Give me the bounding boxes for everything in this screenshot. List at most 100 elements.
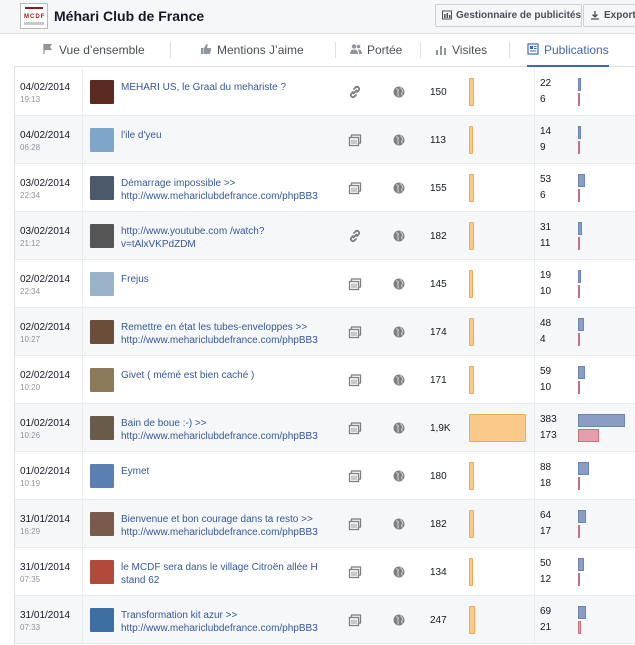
table-row[interactable]: 01/02/2014 10:19 Eymet 180 88 18 [15, 452, 635, 500]
reach-bar[interactable] [469, 558, 473, 586]
clicks-bar[interactable] [578, 222, 582, 235]
export-button[interactable]: Exporter [583, 4, 635, 27]
post-thumbnail[interactable] [90, 512, 114, 536]
reach-bar[interactable] [469, 606, 475, 634]
page-header: MCDF Méhari Club de France Gestionnaire … [0, 0, 635, 34]
post-link[interactable]: http://www.youtube.com /watch?v=tAlxVKPd… [121, 225, 336, 251]
clicks-bar[interactable] [578, 78, 581, 91]
tab-reach[interactable]: Portée [350, 34, 402, 66]
reach-bar[interactable] [469, 366, 474, 394]
post-link[interactable]: Givet ( mémé est bien caché ) [121, 369, 336, 382]
post-link[interactable]: le MCDF sera dans le village Citroën all… [121, 561, 336, 587]
post-time: 10:27 [20, 335, 41, 344]
post-thumbnail[interactable] [90, 560, 114, 584]
ads-manager-icon [442, 10, 452, 20]
reach-bar[interactable] [469, 126, 473, 154]
clicks-bar[interactable] [578, 366, 585, 379]
post-link[interactable]: Bienvenue et bon courage dans ta resto >… [121, 513, 336, 539]
post-reach: 182 [430, 231, 447, 242]
page-logo[interactable]: MCDF [20, 3, 48, 29]
post-thumbnail[interactable] [90, 320, 114, 344]
reach-bar[interactable] [469, 318, 474, 346]
interactions-bar[interactable] [578, 285, 580, 298]
table-row[interactable]: 03/02/2014 21:12 http://www.youtube.com … [15, 212, 635, 260]
clicks-bar[interactable] [578, 414, 625, 427]
interactions-bar[interactable] [578, 141, 580, 154]
post-thumbnail[interactable] [90, 80, 114, 104]
table-row[interactable]: 03/02/2014 22:34 Démarrage impossible >>… [15, 164, 635, 212]
interactions-bar[interactable] [578, 381, 580, 394]
table-row[interactable]: 01/02/2014 10:26 Bain de boue :-) >> htt… [15, 404, 635, 452]
table-row[interactable]: 31/01/2014 16:29 Bienvenue et bon courag… [15, 500, 635, 548]
column-divider [82, 116, 83, 164]
column-divider [82, 308, 83, 356]
post-link[interactable]: Eymet [121, 465, 336, 478]
reach-bar[interactable] [469, 414, 526, 442]
public-globe-icon [393, 326, 405, 338]
post-time: 10:20 [20, 383, 41, 392]
clicks-bar[interactable] [578, 558, 584, 571]
clicks-bar[interactable] [578, 318, 584, 331]
post-interactions: 17 [540, 526, 552, 537]
public-globe-icon [393, 278, 405, 290]
table-row[interactable]: 02/02/2014 22:34 Frejus 145 19 10 [15, 260, 635, 308]
tab-visits-label: Visites [452, 43, 488, 57]
post-thumbnail[interactable] [90, 224, 114, 248]
interactions-bar[interactable] [578, 621, 581, 634]
clicks-bar[interactable] [578, 606, 586, 619]
column-divider [82, 164, 83, 212]
post-thumbnail[interactable] [90, 608, 114, 632]
post-thumbnail[interactable] [90, 368, 114, 392]
interactions-bar[interactable] [578, 333, 580, 346]
tab-publications[interactable]: Publications [527, 34, 609, 67]
reach-bar[interactable] [469, 222, 474, 250]
post-thumbnail[interactable] [90, 416, 114, 440]
clicks-bar[interactable] [578, 126, 581, 139]
post-thumbnail[interactable] [90, 464, 114, 488]
table-row[interactable]: 31/01/2014 07:33 Transformation kit azur… [15, 596, 635, 644]
interactions-bar[interactable] [578, 477, 580, 490]
reach-bar[interactable] [469, 462, 474, 490]
table-row[interactable]: 04/02/2014 06:28 l'ile d'yeu 113 14 9 [15, 116, 635, 164]
tab-likes[interactable]: Mentions J’aime [200, 34, 304, 66]
column-divider [534, 548, 535, 596]
post-link[interactable]: MEHARI US, le Graal du mehariste ? [121, 81, 336, 94]
post-link[interactable]: Bain de boue :-) >> http://www.mehariclu… [121, 417, 336, 443]
interactions-bar[interactable] [578, 237, 580, 250]
clicks-bar[interactable] [578, 510, 586, 523]
clicks-bar[interactable] [578, 462, 589, 475]
post-thumbnail[interactable] [90, 272, 114, 296]
interactions-bar[interactable] [578, 429, 599, 442]
clicks-bar[interactable] [578, 270, 581, 283]
interactions-bar[interactable] [578, 189, 580, 202]
post-thumbnail[interactable] [90, 176, 114, 200]
interactions-bar[interactable] [578, 525, 580, 538]
tab-visits[interactable]: Visites [435, 34, 487, 66]
reach-bar[interactable] [469, 270, 473, 298]
post-link[interactable]: l'ile d'yeu [121, 129, 336, 142]
post-time: 10:26 [20, 431, 41, 440]
interactions-bar[interactable] [578, 573, 580, 586]
public-globe-icon [393, 422, 405, 434]
post-interactions: 9 [540, 142, 546, 153]
table-row[interactable]: 31/01/2014 07:35 le MCDF sera dans le vi… [15, 548, 635, 596]
post-link[interactable]: Remettre en état les tubes-enveloppes >>… [121, 321, 336, 347]
page-title[interactable]: Méhari Club de France [54, 8, 204, 24]
ads-manager-button[interactable]: Gestionnaire de publicités [435, 4, 582, 27]
table-row[interactable]: 02/02/2014 10:20 Givet ( mémé est bien c… [15, 356, 635, 404]
interactions-bar[interactable] [578, 93, 580, 106]
reach-bar[interactable] [469, 174, 474, 202]
clicks-bar[interactable] [578, 174, 585, 187]
table-row[interactable]: 04/02/2014 19:13 MEHARI US, le Graal du … [15, 68, 635, 116]
table-row[interactable]: 02/02/2014 10:27 Remettre en état les tu… [15, 308, 635, 356]
post-link[interactable]: Transformation kit azur >> http://www.me… [121, 609, 336, 635]
post-thumbnail[interactable] [90, 128, 114, 152]
post-date: 01/02/2014 [20, 466, 71, 477]
post-interactions: 11 [540, 238, 551, 249]
post-link[interactable]: Frejus [121, 273, 336, 286]
post-link[interactable]: Démarrage impossible >> http://www.mehar… [121, 177, 336, 203]
reach-bar[interactable] [469, 78, 474, 106]
post-time: 21:12 [20, 239, 41, 248]
reach-bar[interactable] [469, 510, 474, 538]
tab-overview[interactable]: Vue d’ensemble [42, 34, 145, 66]
